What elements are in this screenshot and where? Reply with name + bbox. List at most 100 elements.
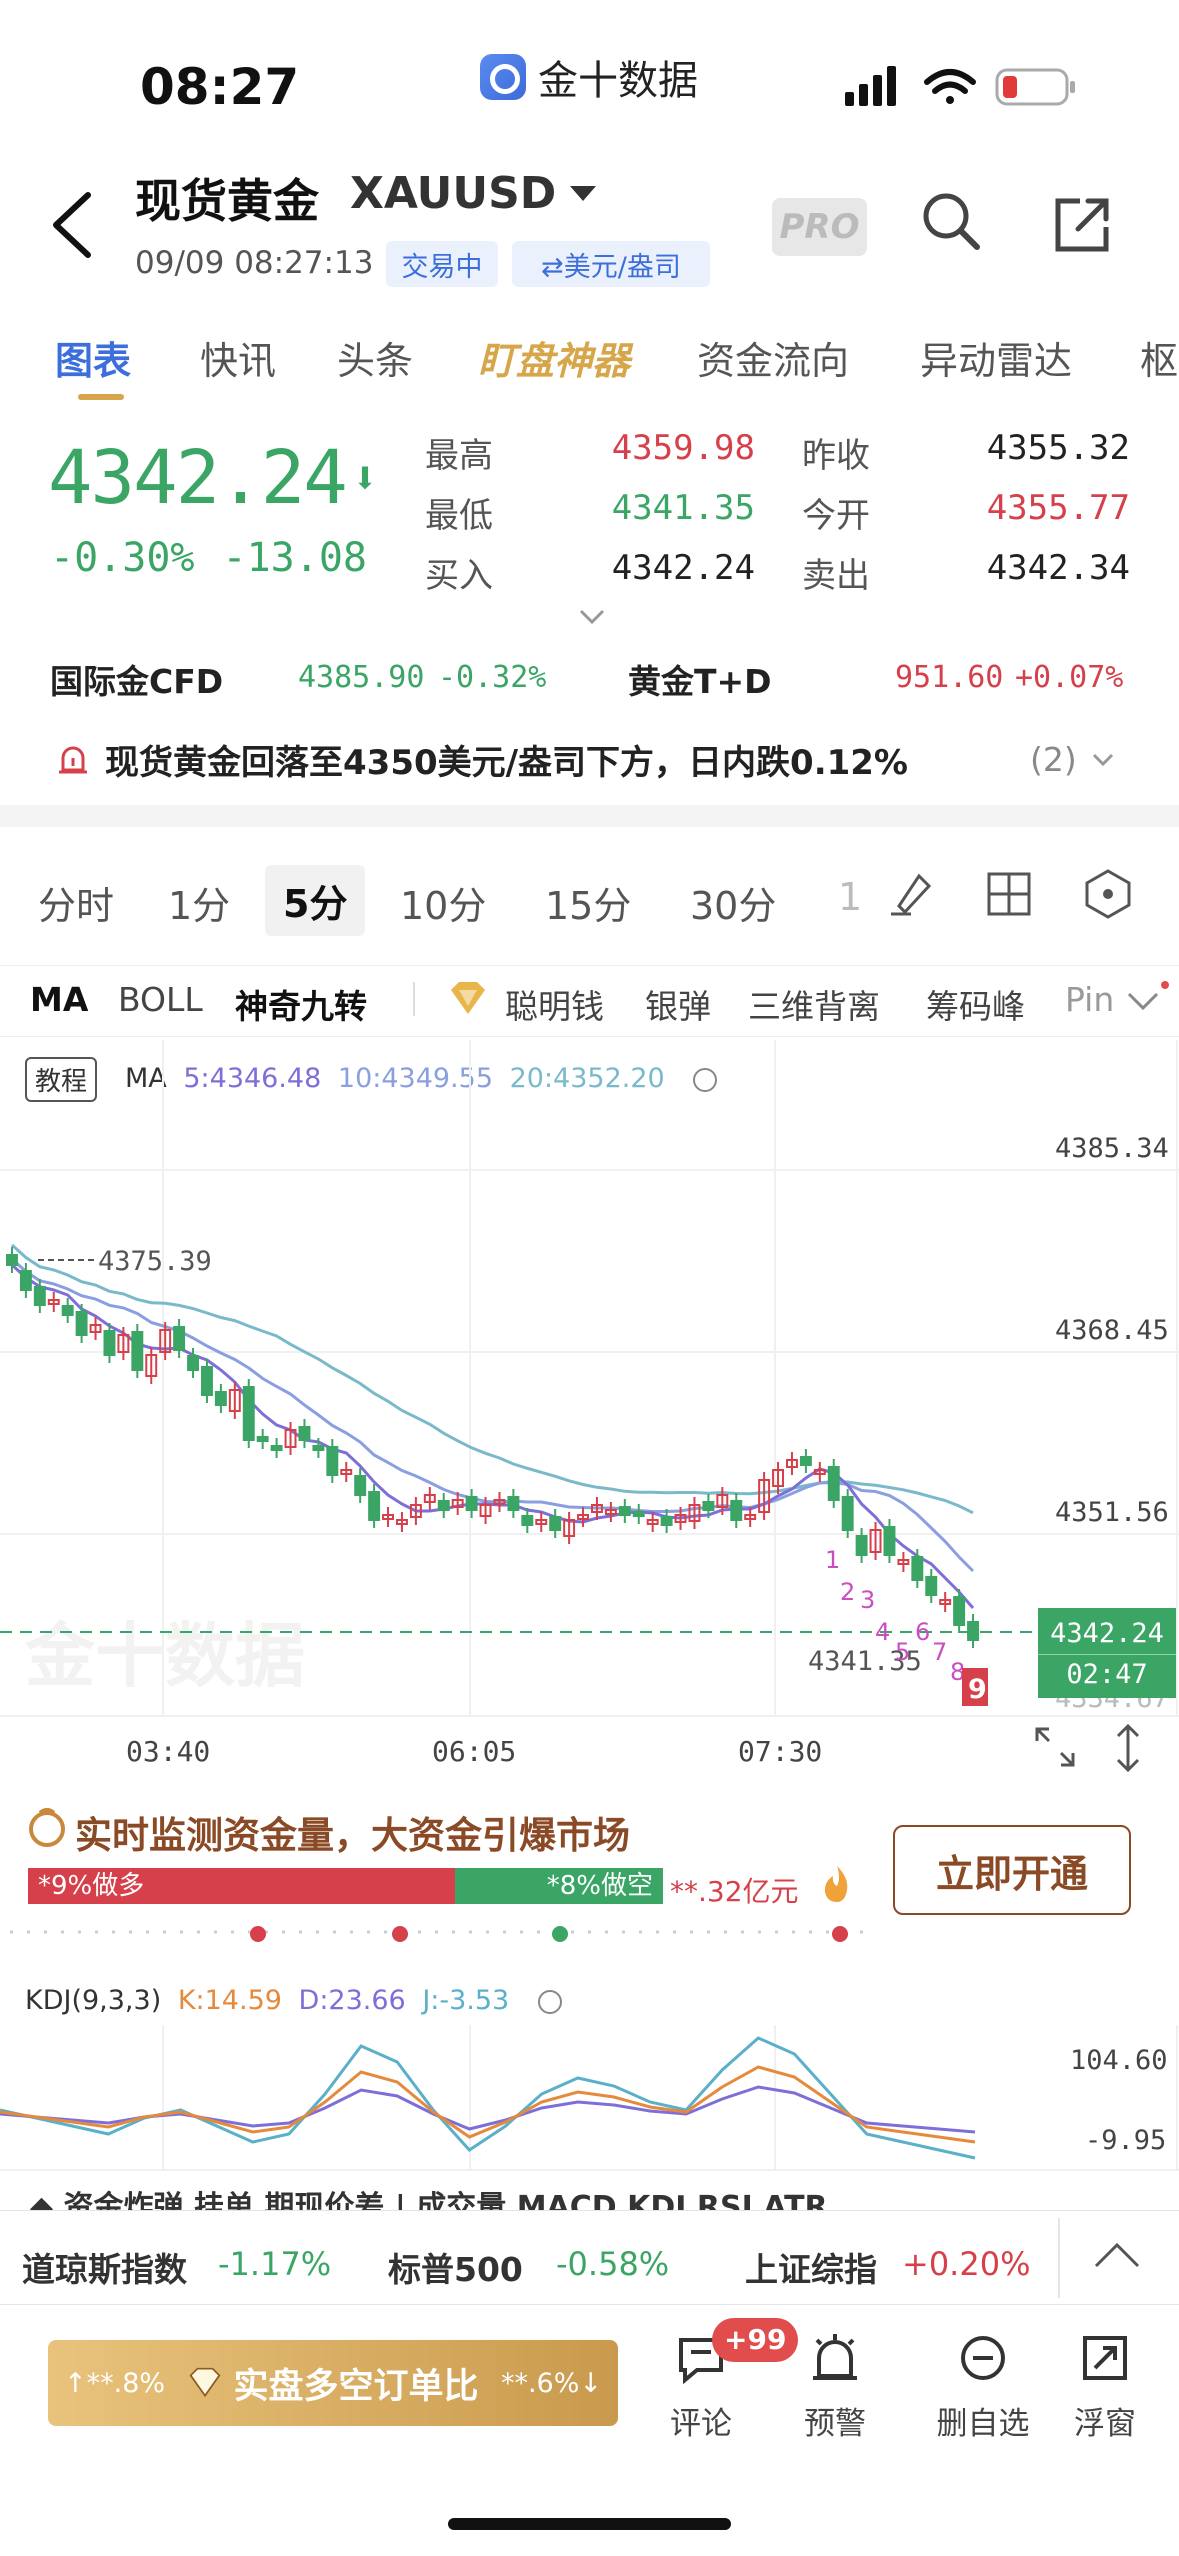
candle-body xyxy=(953,1596,966,1626)
kdj-chart[interactable] xyxy=(0,2025,1179,2175)
tab-chart[interactable]: 图表 xyxy=(55,330,131,385)
indicator-nine-turn[interactable]: 神奇九转 xyxy=(235,980,367,1028)
candle-countdown: 02:47 xyxy=(1038,1654,1176,1695)
long-short-order-ratio-button[interactable]: ↑**.8% 实盘多空订单比 **.6%↓ xyxy=(48,2340,618,2426)
float-window-button[interactable]: 浮窗 xyxy=(1050,2330,1160,2443)
period-10m[interactable]: 10分 xyxy=(400,875,486,930)
ls-center: 实盘多空订单比 xyxy=(187,2358,479,2409)
period-timeshare[interactable]: 分时 xyxy=(38,875,114,930)
long-short-bar: *9%做多 *8%做空 xyxy=(28,1868,663,1904)
candlestick-chart[interactable]: 金十数据 4375.39 4341.35 1 2 3 4 5 6 7 8 9 xyxy=(0,1040,1179,1720)
candle-body xyxy=(103,1330,116,1356)
alert-text: 现货黄金回落至4350美元/盎司下方，日内跌0.12% xyxy=(105,743,908,783)
kdj-j-line xyxy=(0,2036,976,2160)
fire-icon xyxy=(824,1866,848,1902)
candle-body xyxy=(437,1500,450,1511)
candle-body xyxy=(799,1456,812,1466)
tab-more[interactable]: 枢 xyxy=(1140,330,1178,385)
index-sse-name[interactable]: 上证综指 xyxy=(745,2243,877,2291)
comment-label: 评论 xyxy=(670,2406,732,2442)
x-tick-2: 06:05 xyxy=(432,1735,517,1768)
arrow-down-icon: ⬇ xyxy=(351,452,378,504)
current-price: 4342.24 ⬇ xyxy=(48,435,378,521)
candle-body xyxy=(326,1446,339,1476)
caret-down-icon xyxy=(570,186,597,201)
tab-flash[interactable]: 快讯 xyxy=(200,330,276,385)
share-icon[interactable] xyxy=(1052,195,1112,255)
tab-watch-tool[interactable]: 盯盘神器 xyxy=(478,330,630,385)
candle-body xyxy=(855,1535,868,1556)
period-5m[interactable]: 5分 xyxy=(265,865,366,936)
index-dow-name[interactable]: 道琼斯指数 xyxy=(22,2243,187,2291)
candle-body xyxy=(201,1366,213,1396)
remove-watchlist-button[interactable]: 删自选 xyxy=(918,2330,1048,2443)
status-icons xyxy=(845,66,1075,106)
index-sp-change: -0.58% xyxy=(556,2245,670,2283)
kdj-d: D:23.66 xyxy=(298,1985,406,2016)
indicator-silver-bullet[interactable]: 银弹 xyxy=(645,980,711,1028)
index-sp-name[interactable]: 标普500 xyxy=(388,2243,523,2291)
tab-headlines[interactable]: 头条 xyxy=(337,330,413,385)
tab-radar[interactable]: 异动雷达 xyxy=(920,330,1072,385)
candle-body xyxy=(33,1286,46,1306)
candle-body xyxy=(312,1445,325,1451)
battery-icon xyxy=(995,68,1075,106)
money-bag-icon xyxy=(29,1808,65,1847)
related-name-td[interactable]: 黄金T+D xyxy=(628,655,772,703)
candle-body xyxy=(925,1576,938,1596)
period-15m[interactable]: 15分 xyxy=(545,875,631,930)
y-tick-1: 4385.34 xyxy=(1055,1133,1169,1164)
prev-close-label: 昨收 xyxy=(802,436,870,476)
kdj-j: J:-3.53 xyxy=(422,1985,510,2016)
alert-button[interactable]: 预警 xyxy=(780,2330,890,2443)
pro-button[interactable]: PRO xyxy=(772,198,867,256)
alarm-icon xyxy=(59,746,87,773)
draw-tool-icon[interactable] xyxy=(885,868,937,920)
indicator-smart-money[interactable]: 聪明钱 xyxy=(505,980,604,1028)
nine-turn-9: 9 xyxy=(968,1674,987,1705)
change-percent: -0.30% xyxy=(50,535,195,581)
unit-switch[interactable]: ⇄美元/盎司 xyxy=(512,241,710,287)
home-indicator xyxy=(448,2518,731,2530)
candle-body xyxy=(660,1516,673,1526)
vertical-scale-icon[interactable] xyxy=(1110,1722,1146,1774)
candle-body xyxy=(883,1526,896,1556)
chevron-up-icon[interactable] xyxy=(1092,2240,1142,2270)
period-more[interactable]: 1 xyxy=(838,875,862,919)
kdj-legend: KDJ(9,3,3) K:14.59 D:23.66 J:-3.53 xyxy=(25,1985,562,2016)
indicator-boll[interactable]: BOLL xyxy=(118,980,203,1019)
nine-turn-3: 3 xyxy=(860,1586,875,1614)
expand-chevron-icon[interactable] xyxy=(578,608,606,626)
symbol-selector[interactable]: XAUUSD xyxy=(350,168,597,219)
y-tick-2: 4368.45 xyxy=(1055,1315,1169,1346)
sub-indicator-tabs: ◆ 资金炸弹 挂单 期现价差 | 成交量 MACD KDJ RSI ATR xyxy=(0,2180,1179,2210)
related-name-cfd[interactable]: 国际金CFD xyxy=(50,655,223,703)
kdj-settings-icon[interactable] xyxy=(537,1989,562,2014)
fullscreen-icon[interactable] xyxy=(1033,1725,1077,1769)
activate-button[interactable]: 立即开通 xyxy=(893,1825,1131,1915)
ls-left: ↑**.8% xyxy=(64,2367,166,2399)
index-dow-change: -1.17% xyxy=(218,2245,332,2283)
prev-close-value: 4355.32 xyxy=(986,428,1130,468)
news-alert[interactable]: 现货黄金回落至4350美元/盎司下方，日内跌0.12% xyxy=(55,735,908,784)
status-time: 08:27 xyxy=(140,58,300,116)
indicator-chip-peak[interactable]: 筹码峰 xyxy=(926,980,1025,1028)
back-icon[interactable] xyxy=(48,190,98,260)
search-icon[interactable] xyxy=(920,190,982,252)
settings-hex-icon[interactable] xyxy=(1083,868,1133,920)
ask-label: 卖出 xyxy=(802,556,870,596)
y-tick-3: 4351.56 xyxy=(1055,1497,1169,1528)
sub-tab-partial[interactable]: ◆ 资金炸弹 挂单 期现价差 | 成交量 MACD KDJ RSI ATR xyxy=(30,2182,828,2210)
period-1m[interactable]: 1分 xyxy=(168,875,230,930)
indicator-pin[interactable]: Pin xyxy=(1065,980,1114,1019)
alert-count[interactable]: (2) xyxy=(1030,740,1115,779)
period-30m[interactable]: 30分 xyxy=(690,875,776,930)
tab-fund-flow[interactable]: 资金流向 xyxy=(697,330,849,385)
indicator-divergence[interactable]: 三维背离 xyxy=(748,980,880,1028)
candle-body xyxy=(841,1496,854,1531)
layout-grid-icon[interactable] xyxy=(985,870,1033,918)
indicator-ma[interactable]: MA xyxy=(30,980,88,1019)
indicator-expand-icon[interactable] xyxy=(1125,980,1173,1020)
candle-body xyxy=(131,1331,144,1371)
bid-label: 买入 xyxy=(425,556,493,596)
